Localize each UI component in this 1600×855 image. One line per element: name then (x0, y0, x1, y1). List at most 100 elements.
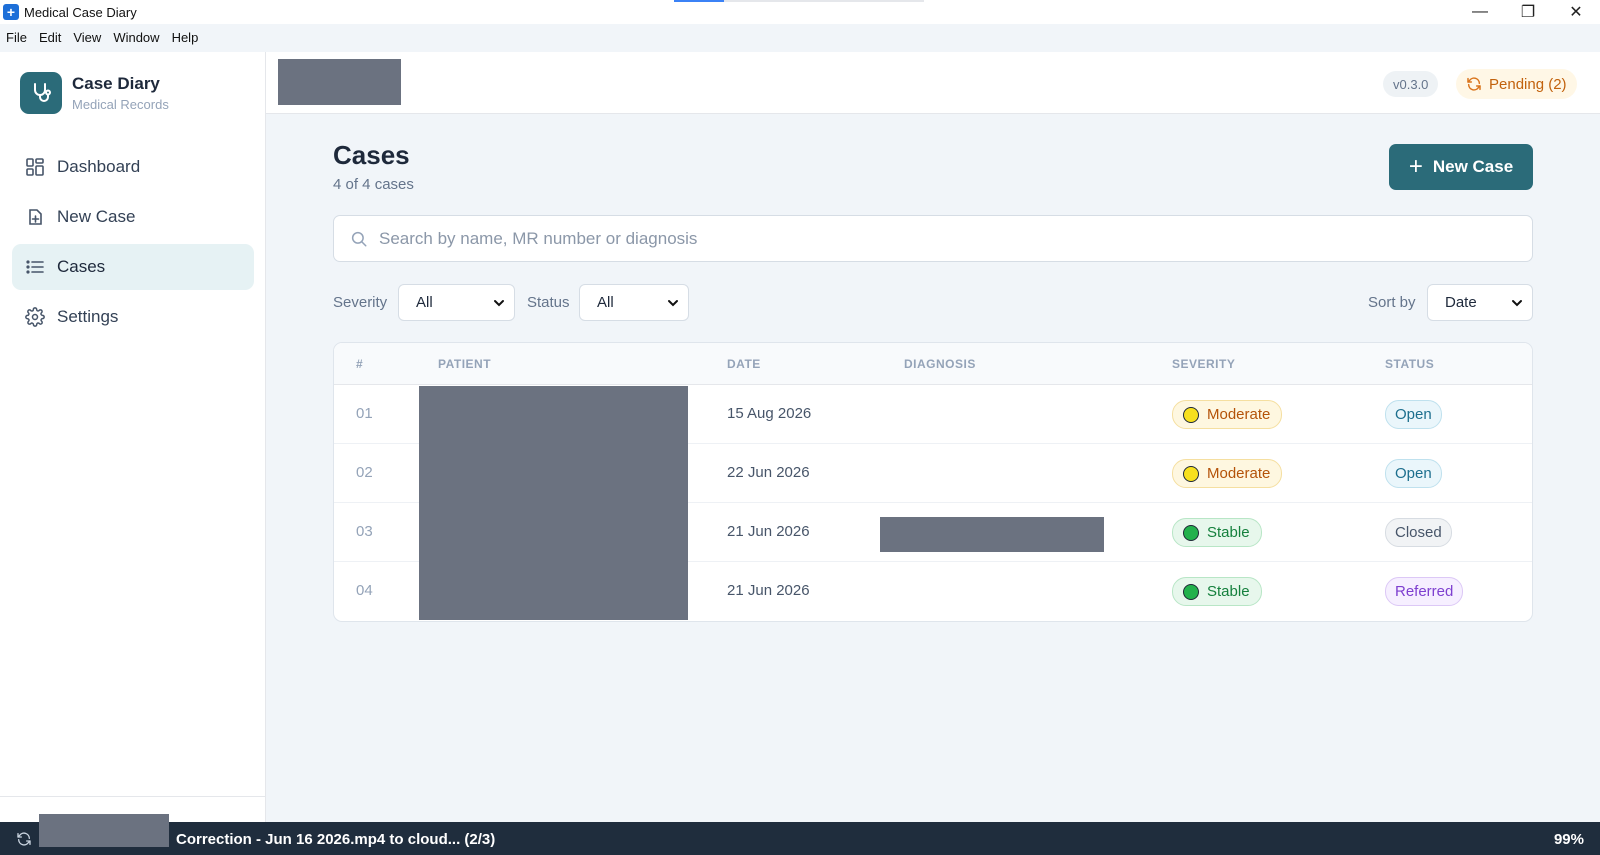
window-title: Medical Case Diary (24, 4, 137, 20)
gear-icon (25, 307, 45, 327)
chevron-down-icon (494, 300, 504, 307)
severity-filter-label: Severity (333, 294, 388, 311)
severity-dot-icon (1183, 465, 1199, 482)
brand: Case Diary Medical Records (20, 72, 169, 114)
add-file-icon (29, 209, 42, 225)
redacted-diagnosis (880, 517, 1104, 552)
brand-subtitle: Medical Records (72, 97, 169, 112)
status-label: Closed (1395, 524, 1442, 541)
sort-select[interactable]: Date (1427, 284, 1533, 321)
column-header-severity[interactable]: SEVERITY (1172, 357, 1235, 371)
severity-label: Stable (1207, 583, 1250, 600)
title-progress-fill (674, 0, 724, 2)
severity-dot-icon (1183, 524, 1199, 541)
sidebar-item-label: New Case (57, 207, 136, 226)
row-date: 21 Jun 2026 (727, 582, 810, 599)
row-date: 15 Aug 2026 (727, 405, 812, 422)
row-number: 03 (356, 523, 373, 540)
status-filter-select[interactable]: All (579, 284, 689, 321)
app-icon: + (3, 4, 19, 20)
upload-status-bar: Correction - Jun 16 2026.mp4 to cloud...… (0, 822, 1600, 855)
status-filter-label: Status (527, 294, 570, 311)
sidebar-item-cases[interactable]: Cases (12, 244, 254, 290)
pending-sync-badge[interactable]: Pending (2) (1456, 69, 1577, 99)
sort-value: Date (1445, 294, 1477, 311)
pending-label: Pending (2) (1489, 75, 1567, 93)
upload-status-text: Correction - Jun 16 2026.mp4 to cloud...… (176, 831, 496, 848)
severity-dot-icon (1183, 406, 1199, 423)
sync-icon (1467, 77, 1481, 91)
column-header-status[interactable]: STATUS (1385, 357, 1434, 371)
sync-icon (17, 832, 31, 846)
menu-edit[interactable]: Edit (39, 30, 61, 45)
status-badge: Open (1385, 400, 1442, 429)
severity-label: Moderate (1207, 406, 1271, 423)
status-label: Open (1395, 406, 1432, 423)
menu-bar: File Edit View Window Help (0, 26, 210, 48)
title-progress-bar (674, 0, 924, 2)
sidebar-item-label: Cases (57, 257, 106, 276)
status-badge: Closed (1385, 518, 1452, 547)
row-number: 02 (356, 464, 373, 481)
minimize-button[interactable]: — (1456, 0, 1504, 24)
new-case-button[interactable]: + New Case (1389, 144, 1533, 190)
upload-percent: 99% (1553, 831, 1584, 848)
chevron-down-icon (668, 300, 678, 307)
case-count: 4 of 4 cases (333, 176, 414, 193)
page-title: Cases (333, 140, 410, 170)
row-number: 01 (356, 405, 373, 422)
column-header-date[interactable]: DATE (727, 357, 761, 371)
maximize-button[interactable]: ❐ (1504, 0, 1552, 24)
chevron-down-icon (1512, 300, 1522, 307)
plus-icon: + (1408, 153, 1423, 180)
search-placeholder: Search by name, MR number or diagnosis (379, 228, 698, 248)
table-header: # PATIENT DATE DIAGNOSIS SEVERITY STATUS (334, 343, 1532, 385)
column-header-number: # (356, 357, 364, 371)
sidebar-nav: Dashboard New Case Cases Settings (12, 144, 254, 344)
severity-filter-value: All (416, 294, 433, 311)
sidebar: Case Diary Medical Records Dashboard New… (0, 52, 266, 822)
search-input[interactable]: Search by name, MR number or diagnosis (333, 215, 1533, 262)
version-badge: v0.3.0 (1383, 71, 1439, 97)
brand-title: Case Diary (72, 74, 160, 93)
redacted-patient-names (419, 386, 688, 620)
status-badge: Referred (1385, 577, 1464, 606)
menu-view[interactable]: View (73, 30, 101, 45)
window-controls: — ❐ ✕ (1456, 0, 1600, 24)
sidebar-item-settings[interactable]: Settings (12, 294, 254, 340)
stethoscope-icon (20, 72, 62, 114)
row-number: 04 (356, 582, 373, 599)
menu-help[interactable]: Help (172, 30, 199, 45)
status-label: Referred (1395, 583, 1454, 600)
list-icon (26, 260, 44, 274)
severity-badge: Stable (1172, 577, 1262, 606)
sidebar-item-label: Dashboard (57, 157, 141, 176)
severity-label: Stable (1207, 524, 1250, 541)
sidebar-item-new-case[interactable]: New Case (12, 194, 254, 240)
menu-window[interactable]: Window (113, 30, 159, 45)
column-header-patient[interactable]: PATIENT (438, 357, 491, 371)
title-bar: + Medical Case Diary — ❐ ✕ (0, 0, 1600, 24)
severity-label: Moderate (1207, 465, 1271, 482)
status-label: Open (1395, 465, 1432, 482)
grid-icon (26, 158, 44, 176)
severity-dot-icon (1183, 583, 1199, 600)
status-badge: Open (1385, 459, 1442, 488)
column-header-diagnosis[interactable]: DIAGNOSIS (904, 357, 976, 371)
severity-badge: Stable (1172, 518, 1262, 547)
status-filter-value: All (597, 294, 614, 311)
redacted-status-element (39, 814, 169, 847)
sidebar-item-dashboard[interactable]: Dashboard (12, 144, 254, 190)
sidebar-item-label: Settings (57, 307, 119, 326)
severity-badge: Moderate (1172, 459, 1283, 488)
close-button[interactable]: ✕ (1552, 0, 1600, 24)
row-date: 21 Jun 2026 (727, 523, 810, 540)
menu-file[interactable]: File (6, 30, 27, 45)
redacted-header-element (278, 59, 401, 105)
row-date: 22 Jun 2026 (727, 464, 810, 481)
search-icon (351, 231, 367, 246)
sort-label: Sort by (1368, 294, 1416, 311)
new-case-label: New Case (1432, 157, 1514, 176)
severity-filter-select[interactable]: All (398, 284, 515, 321)
severity-badge: Moderate (1172, 400, 1283, 429)
